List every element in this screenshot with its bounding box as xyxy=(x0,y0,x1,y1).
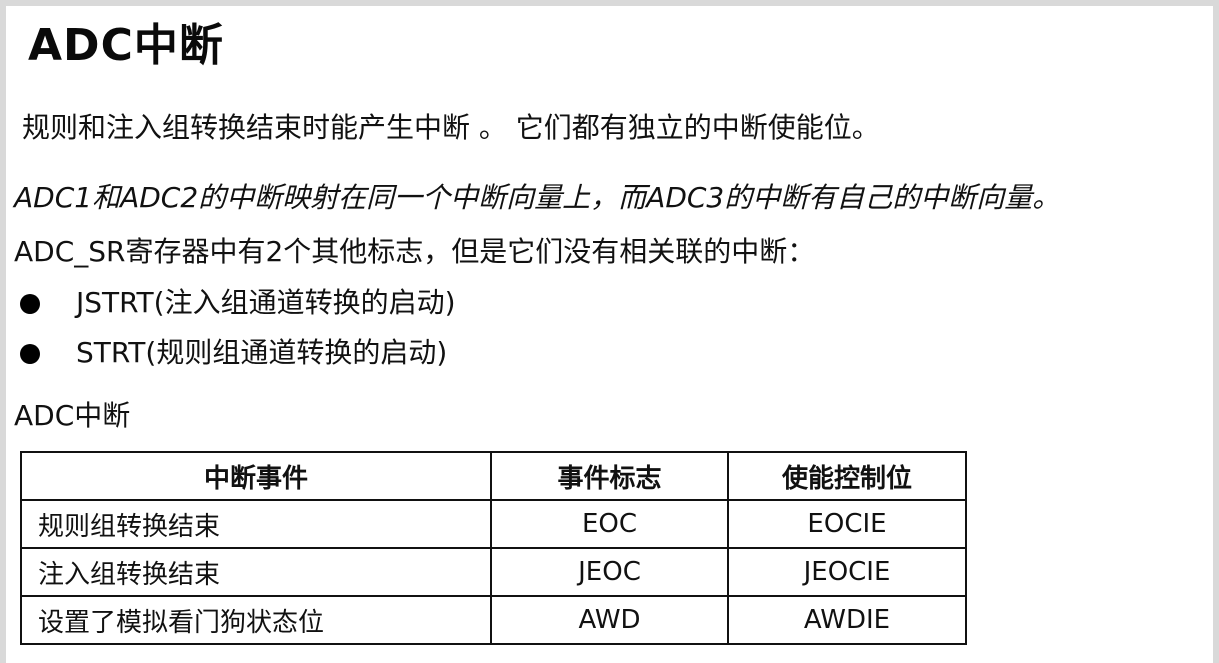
cell-enable: JEOCIE xyxy=(727,547,967,597)
bullet-dot-icon xyxy=(20,294,40,314)
paragraph-interrupt-intro: 规则和注入组转换结束时能产生中断 。 它们都有独立的中断使能位。 xyxy=(22,111,880,144)
cell-flag: JEOC xyxy=(490,547,729,597)
table-header-row: 中断事件 事件标志 使能控制位 xyxy=(20,451,967,501)
paragraph-sr-flags: ADC_SR寄存器中有2个其他标志，但是它们没有相关联的中断： xyxy=(14,235,816,268)
table-row: 注入组转换结束 JEOC JEOCIE xyxy=(20,547,967,597)
table-caption: ADC中断 xyxy=(14,399,131,432)
cell-enable: EOCIE xyxy=(727,499,967,549)
table-row: 设置了模拟看门狗状态位 AWD AWDIE xyxy=(20,595,967,645)
header-enable-bit: 使能控制位 xyxy=(727,451,967,501)
cell-event: 注入组转换结束 xyxy=(20,547,492,597)
cell-event: 设置了模拟看门狗状态位 xyxy=(20,595,492,645)
cell-enable: AWDIE xyxy=(727,595,967,645)
cell-flag: AWD xyxy=(490,595,729,645)
table-row: 规则组转换结束 EOC EOCIE xyxy=(20,499,967,549)
header-interrupt-event: 中断事件 xyxy=(20,451,492,501)
bullet-text: STRT(规则组通道转换的启动) xyxy=(76,336,448,369)
cell-flag: EOC xyxy=(490,499,729,549)
bullet-dot-icon xyxy=(20,344,40,364)
bullet-text: JSTRT(注入组通道转换的启动) xyxy=(76,286,456,319)
paragraph-interrupt-vector: ADC1和ADC2的中断映射在同一个中断向量上，而ADC3的中断有自己的中断向量… xyxy=(14,181,1061,214)
adc-interrupt-table: 中断事件 事件标志 使能控制位 规则组转换结束 EOC EOCIE 注入组转换结… xyxy=(20,451,967,645)
cell-event: 规则组转换结束 xyxy=(20,499,492,549)
header-event-flag: 事件标志 xyxy=(490,451,729,501)
page-title: ADC中断 xyxy=(28,20,224,71)
